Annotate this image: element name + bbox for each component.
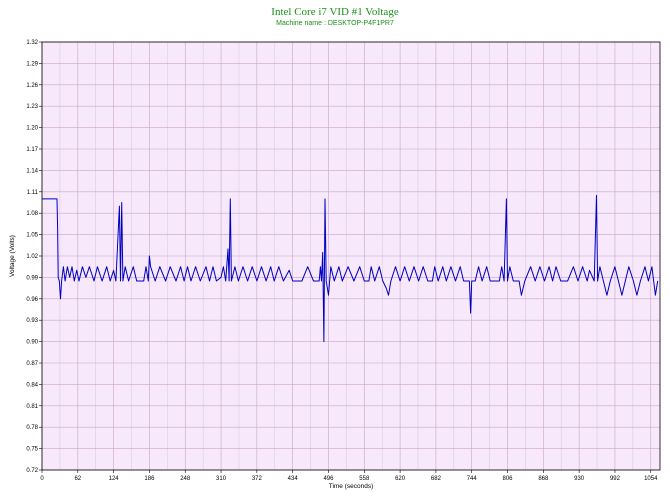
y-tick-label: 1.32 <box>26 40 38 46</box>
x-tick-label: 620 <box>395 476 406 482</box>
x-tick-label: 496 <box>323 476 334 482</box>
y-tick-label: 0.72 <box>26 468 38 474</box>
x-tick-label: 0 <box>40 476 44 482</box>
x-axis-ticks: 0 62 124 186 248 310 372 434 496 558 620 682 744 806 8… <box>40 470 658 482</box>
y-tick-label: 0.78 <box>26 425 38 431</box>
y-tick-label: 0.90 <box>26 340 38 346</box>
x-tick-label: 124 <box>109 476 120 482</box>
x-tick-label: 310 <box>216 476 227 482</box>
x-tick-label: 1054 <box>644 476 658 482</box>
grid-lines <box>41 41 660 471</box>
x-axis-label: Time (seconds) <box>329 483 374 490</box>
x-tick-label: 558 <box>359 476 370 482</box>
x-tick-label: 434 <box>288 476 299 482</box>
x-tick-label: 186 <box>144 476 155 482</box>
x-tick-label: 930 <box>574 476 585 482</box>
x-tick-label: 248 <box>180 476 191 482</box>
y-tick-label: 0.99 <box>26 275 38 281</box>
y-axis-label: Voltage (Volts) <box>9 235 16 277</box>
y-axis-ticks: 0.72 0.75 0.78 0.81 0.84 0.87 0.90 0.93 0.96 0.99… <box>26 40 42 474</box>
y-tick-label: 0.87 <box>26 361 38 367</box>
x-tick-label: 806 <box>503 476 514 482</box>
x-tick-label: 372 <box>252 476 263 482</box>
voltage-chart: 0.72 0.75 0.78 0.81 0.84 0.87 0.90 0.93 0.96 0.99… <box>9 40 661 490</box>
y-tick-label: 1.23 <box>26 104 38 110</box>
y-tick-label: 0.93 <box>26 318 38 324</box>
x-tick-label: 682 <box>431 476 442 482</box>
y-tick-label: 1.26 <box>26 83 38 89</box>
y-tick-label: 1.17 <box>26 147 38 153</box>
y-tick-label: 1.11 <box>27 190 39 196</box>
y-tick-label: 1.20 <box>26 126 38 132</box>
x-tick-label: 868 <box>538 476 549 482</box>
y-tick-label: 1.08 <box>26 211 38 217</box>
y-tick-label: 0.75 <box>26 447 38 453</box>
y-tick-label: 1.05 <box>26 233 38 239</box>
y-tick-label: 1.29 <box>26 61 38 67</box>
y-tick-label: 0.81 <box>26 404 38 410</box>
y-tick-label: 1.02 <box>26 254 38 260</box>
y-tick-label: 0.96 <box>26 297 38 303</box>
x-tick-label: 992 <box>610 476 621 482</box>
x-tick-label: 744 <box>467 476 478 482</box>
y-tick-label: 0.84 <box>26 382 38 388</box>
y-tick-label: 1.14 <box>26 168 38 174</box>
x-tick-label: 62 <box>74 476 81 482</box>
